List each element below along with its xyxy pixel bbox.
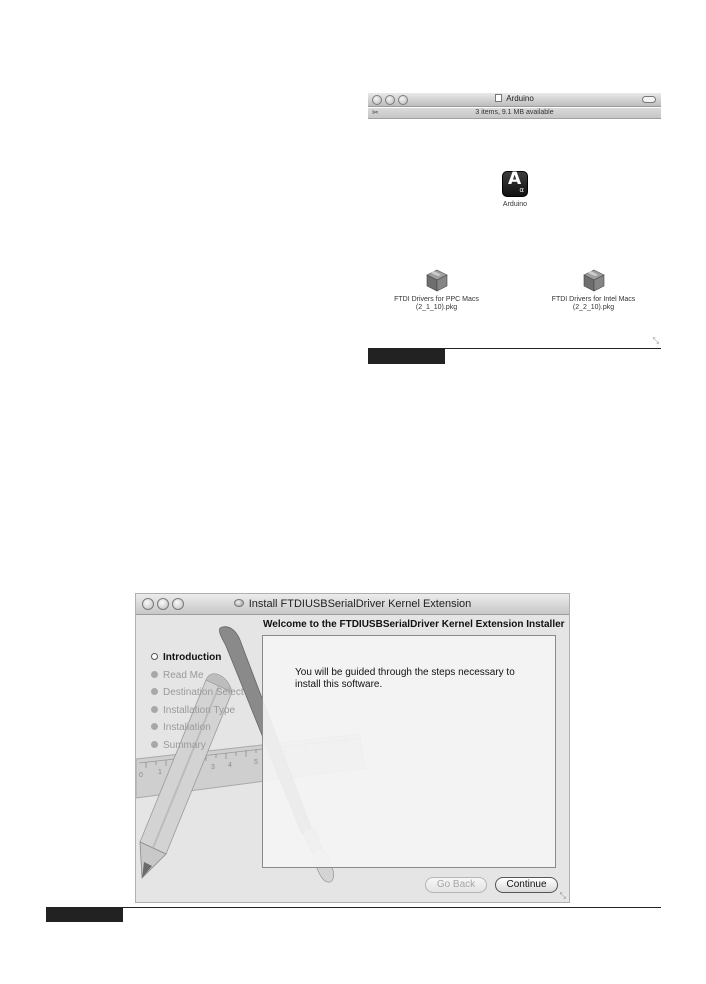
ruler-number: 4 xyxy=(228,762,232,769)
finder-item-label: FTDI Drivers for PPC Macs xyxy=(394,296,479,303)
finder-item-intel-package[interactable]: FTDI Drivers for Intel Macs (2_2_10).pkg xyxy=(541,267,646,312)
document-icon xyxy=(495,94,503,102)
finder-status-text: 3 items, 9.1 MB available xyxy=(475,109,554,116)
figure-rule xyxy=(46,907,661,908)
go-back-button[interactable]: Go Back xyxy=(425,877,487,893)
ruler-number: 1 xyxy=(158,769,162,776)
step-label: Read Me xyxy=(163,669,204,681)
resize-grip-icon[interactable]: ⤡ xyxy=(653,336,659,346)
figure-caption-bar xyxy=(368,349,445,364)
step-bullet-icon xyxy=(151,705,158,713)
installer-titlebar: Install FTDIUSBSerialDriver Kernel Exten… xyxy=(136,594,569,615)
figure-caption-bar xyxy=(46,908,123,922)
step-bullet-icon xyxy=(151,740,158,748)
finder-item-ppc-package[interactable]: FTDI Drivers for PPC Macs (2_1_10).pkg xyxy=(384,267,489,312)
finder-titlebar: Arduino xyxy=(368,93,661,107)
continue-button[interactable]: Continue xyxy=(495,877,558,893)
step-label: Summary xyxy=(163,739,206,751)
step-installation: Installation xyxy=(151,722,244,740)
step-label: Destination Select xyxy=(163,687,244,699)
finder-item-label-line2: (2_2_10).pkg xyxy=(572,304,615,311)
step-summary: Summary xyxy=(151,740,244,758)
installer-title-label: Install FTDIUSBSerialDriver Kernel Exten… xyxy=(248,598,472,610)
arduino-app-icon: A α xyxy=(502,171,528,197)
step-bullet-icon xyxy=(151,723,158,731)
ruler-number: 3 xyxy=(211,764,215,771)
finder-item-label: Arduino xyxy=(502,201,528,208)
step-bullet-icon xyxy=(151,688,158,696)
resize-grip-icon[interactable]: ⤡ xyxy=(560,891,566,901)
finder-item-label: FTDI Drivers for Intel Macs xyxy=(551,296,636,303)
step-label: Introduction xyxy=(163,652,222,663)
app-icon-badge: α xyxy=(519,186,524,194)
finder-item-label-line2: (2_1_10).pkg xyxy=(415,304,458,311)
package-icon xyxy=(582,269,605,292)
step-label: Installation Type xyxy=(163,704,236,716)
installer-title: Install FTDIUSBSerialDriver Kernel Exten… xyxy=(136,598,569,610)
finder-title-label: Arduino xyxy=(506,94,534,103)
toolbar-toggle-icon[interactable] xyxy=(642,96,656,103)
step-bullet-icon xyxy=(151,670,158,678)
installer-heading: Welcome to the FTDIUSBSerialDriver Kerne… xyxy=(263,619,565,630)
finder-item-arduino[interactable]: A α Arduino xyxy=(489,171,541,209)
step-label: Installation xyxy=(163,722,211,734)
app-icon-letter: A xyxy=(508,169,522,189)
step-read-me: Read Me xyxy=(151,670,244,688)
package-icon xyxy=(425,269,448,292)
installer-body-text: You will be guided through the steps nec… xyxy=(295,667,515,690)
finder-title: Arduino xyxy=(368,94,661,103)
step-bullet-icon xyxy=(151,653,158,660)
finder-statusbar: ✂ 3 items, 9.1 MB available xyxy=(368,108,661,119)
step-destination-select: Destination Select xyxy=(151,687,244,705)
ruler-number: 5 xyxy=(254,759,258,766)
step-installation-type: Installation Type xyxy=(151,705,244,723)
step-introduction: Introduction xyxy=(151,652,244,670)
ruler-number: 0 xyxy=(139,772,143,779)
disk-icon xyxy=(233,599,244,607)
installer-window: Install FTDIUSBSerialDriver Kernel Exten… xyxy=(135,593,570,903)
installer-content-panel: You will be guided through the steps nec… xyxy=(262,635,556,868)
finder-window: Arduino ✂ 3 items, 9.1 MB available A α … xyxy=(368,93,661,349)
installer-steps-list: Introduction Read Me Destination Select … xyxy=(151,652,244,758)
